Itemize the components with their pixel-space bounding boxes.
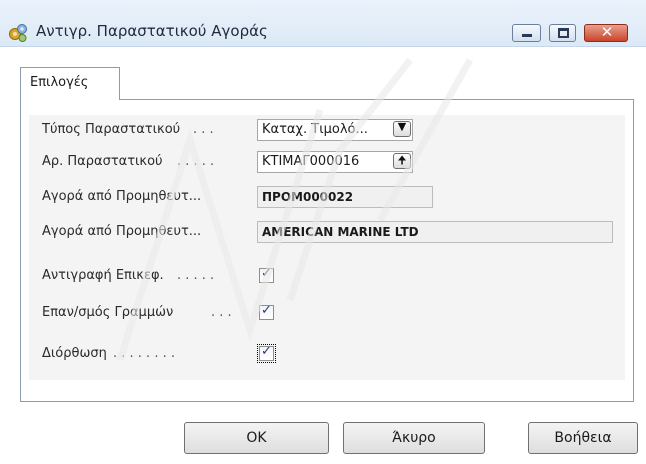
tab-options-label: Επιλογές [30,75,89,90]
correction-label: Διόρθωση [42,346,107,361]
title-bar[interactable]: Αντιγρ. Παραστατικού Αγοράς ✕ [0,0,646,47]
vendor-code-label: Αγορά από Προμηθευτ... [42,189,202,204]
copy-header-checkbox[interactable]: ✓ [259,266,274,283]
leader-dots: . . . . . [177,268,215,283]
doc-type-value: Καταχ. Τιμολό... [262,122,368,137]
recalc-lines-label: Επαν/σμός Γραμμών [42,305,174,320]
leader-dots: . . . . . [177,154,215,169]
tab-options[interactable]: Επιλογές [20,67,120,100]
maximize-icon [558,28,569,38]
recalc-lines-row: Επαν/σμός Γραμμών . . . ✓ [29,302,629,326]
leader-dots: . . . [211,305,232,320]
leader-dots: . . . . . . . . [113,346,175,361]
leader-dots: . . . [193,122,214,137]
doc-type-row: Τύπος Παραστατικού . . . Καταχ. Τιμολό..… [29,119,629,143]
doc-number-field[interactable]: ΚΤΙΜΑΓ000016 [257,151,413,173]
minimize-icon [522,34,532,37]
vendor-name-row: Αγορά από Προμηθευτ... AMERICAN MARINE L… [29,221,629,245]
vendor-code-row: Αγορά από Προμηθευτ... ΠΡΟΜ000022 [29,186,629,210]
correction-checkbox[interactable]: ✓ [257,344,276,363]
vendor-code-field: ΠΡΟΜ000022 [257,186,433,208]
lookup-arrow-icon: 🠉 [397,154,407,167]
options-panel: Τύπος Παραστατικού . . . Καταχ. Τιμολό..… [20,99,634,402]
checkmark-icon: ✓ [261,303,272,318]
cancel-button[interactable]: Άκυρο [343,422,485,454]
doc-number-value: ΚΤΙΜΑΓ000016 [262,154,360,169]
close-icon: ✕ [600,23,614,41]
copy-header-row: Αντιγραφή Επικεφ. . . . . . ✓ [29,265,629,289]
maximize-button[interactable] [549,24,576,42]
ok-button[interactable]: OK [184,422,329,454]
doc-type-label: Τύπος Παραστατικού [42,122,181,137]
dropdown-arrow-icon: ▼ [397,120,407,133]
checkmark-icon: ✓ [261,344,272,359]
doc-number-lookup-button[interactable]: 🠉 [393,153,411,169]
copy-header-label: Αντιγραφή Επικεφ. [42,268,164,283]
vendor-name-field: AMERICAN MARINE LTD [257,221,613,243]
gears-icon [9,24,27,42]
recalc-lines-checkbox[interactable]: ✓ [259,303,274,320]
doc-type-select[interactable]: Καταχ. Τιμολό... [257,119,413,141]
window-title: Αντιγρ. Παραστατικού Αγοράς [36,22,268,40]
close-button[interactable]: ✕ [584,23,628,42]
vendor-name-label: Αγορά από Προμηθευτ... [42,224,202,239]
vendor-name-value: AMERICAN MARINE LTD [262,225,419,239]
doc-number-row: Αρ. Παραστατικού . . . . . ΚΤΙΜΑΓ000016 … [29,151,629,175]
minimize-button[interactable] [512,24,541,42]
checkmark-icon: ✓ [261,266,272,281]
doc-type-dropdown-button[interactable]: ▼ [393,120,411,137]
dialog-window: Αντιγρ. Παραστατικού Αγοράς ✕ Επιλογές Τ… [0,0,646,464]
help-button[interactable]: Βοήθεια [528,422,638,454]
options-panel-body: Τύπος Παραστατικού . . . Καταχ. Τιμολό..… [29,115,625,380]
doc-number-label: Αρ. Παραστατικού [42,154,163,169]
vendor-code-value: ΠΡΟΜ000022 [262,190,354,204]
correction-row: Διόρθωση . . . . . . . . ✓ [29,343,629,367]
